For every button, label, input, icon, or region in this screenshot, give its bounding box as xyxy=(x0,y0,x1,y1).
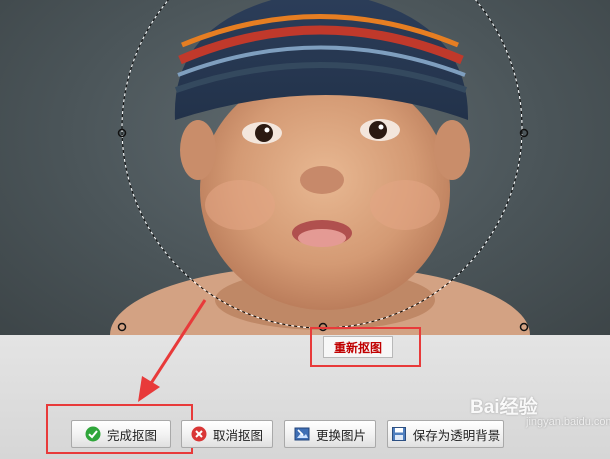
image-swap-icon xyxy=(294,426,310,442)
green-check-icon xyxy=(85,426,101,442)
red-x-icon xyxy=(191,426,207,442)
save-transparent-button[interactable]: 保存为透明背景 xyxy=(387,420,504,448)
redo-cutout-button[interactable]: 重新抠图 xyxy=(323,336,393,358)
finish-cutout-button[interactable]: 完成抠图 xyxy=(71,420,171,448)
baidu-watermark: Bai经验 jingyan.baidu.com xyxy=(470,392,610,428)
watermark-text: Bai经验 xyxy=(470,397,538,418)
replace-image-button[interactable]: 更换图片 xyxy=(284,420,376,448)
cancel-cutout-label: 取消抠图 xyxy=(212,427,263,443)
finish-cutout-label: 完成抠图 xyxy=(106,427,157,443)
save-transparent-label: 保存为透明背景 xyxy=(412,427,501,443)
floppy-disk-icon xyxy=(391,426,407,442)
photo-canvas[interactable] xyxy=(0,0,610,335)
baby-photo xyxy=(110,0,530,335)
cancel-cutout-button[interactable]: 取消抠图 xyxy=(181,420,273,448)
watermark-sub: jingyan.baidu.com xyxy=(526,416,610,428)
replace-image-label: 更换图片 xyxy=(315,427,366,443)
